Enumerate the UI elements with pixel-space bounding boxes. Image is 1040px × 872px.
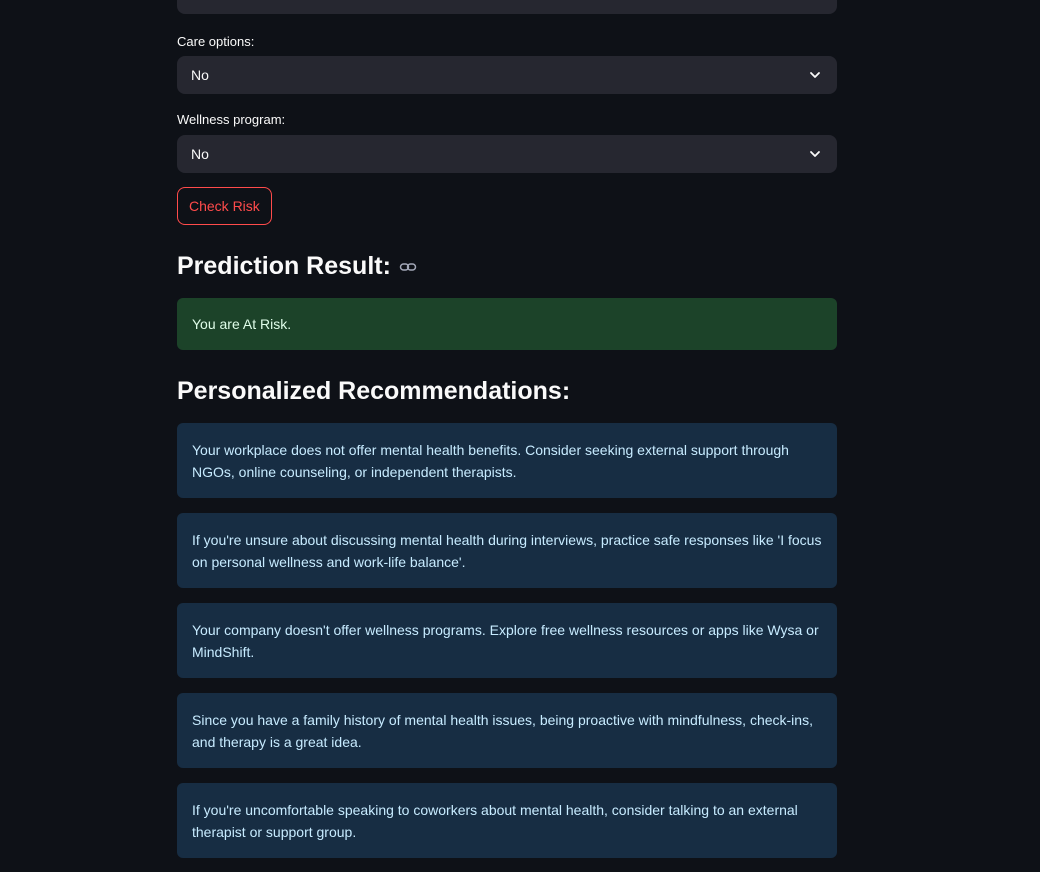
chevron-down-icon <box>807 67 823 83</box>
link-icon[interactable] <box>399 258 417 276</box>
recommendation-text: If you're unsure about discussing mental… <box>192 531 822 570</box>
prediction-result-title: Prediction Result: <box>177 252 391 280</box>
recommendations-title: Personalized Recommendations: <box>177 377 571 405</box>
recommendation-text: Your company doesn't offer wellness prog… <box>192 621 819 660</box>
recommendation-item: If you're uncomfortable speaking to cowo… <box>177 783 837 858</box>
prediction-result-heading: Prediction Result: <box>177 252 417 281</box>
check-risk-button[interactable]: Check Risk <box>177 187 272 225</box>
wellness-program-label: Wellness program: <box>177 112 286 127</box>
recommendation-item: Your workplace does not offer mental hea… <box>177 423 837 498</box>
recommendation-item: Your company doesn't offer wellness prog… <box>177 603 837 678</box>
recommendation-item: If you're unsure about discussing mental… <box>177 513 837 588</box>
care-options-select[interactable]: No <box>177 56 837 94</box>
care-options-label: Care options: <box>177 34 255 49</box>
previous-select-box[interactable] <box>177 0 837 14</box>
care-options-value: No <box>191 67 209 83</box>
recommendation-text: Your workplace does not offer mental hea… <box>192 441 789 480</box>
chevron-down-icon <box>807 146 823 162</box>
prediction-result-alert: You are At Risk. <box>177 298 837 350</box>
prediction-result-text: You are At Risk. <box>192 316 292 332</box>
recommendation-text: Since you have a family history of menta… <box>192 711 813 750</box>
recommendations-heading: Personalized Recommendations: <box>177 377 570 406</box>
wellness-program-value: No <box>191 146 209 162</box>
recommendation-text: If you're uncomfortable speaking to cowo… <box>192 801 798 840</box>
wellness-program-select[interactable]: No <box>177 135 837 173</box>
recommendation-item: Since you have a family history of menta… <box>177 693 837 768</box>
